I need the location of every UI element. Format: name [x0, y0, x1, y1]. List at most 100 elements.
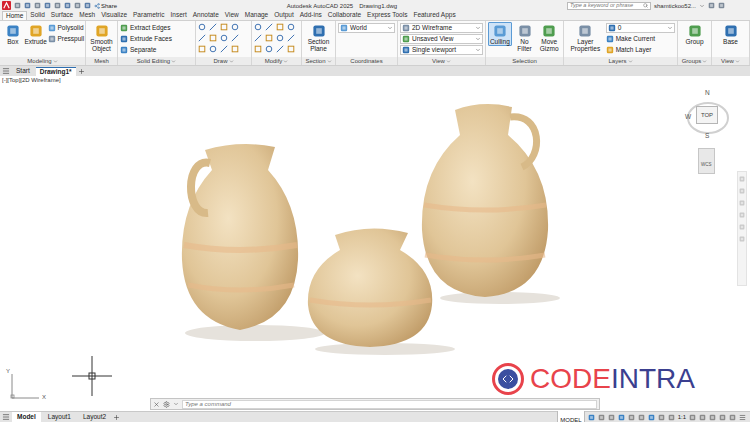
draw-tool-icon[interactable]	[276, 34, 284, 42]
panel-title[interactable]: Draw	[196, 57, 251, 65]
drawing-canvas[interactable]: [-][Top][2D Wireframe]NWTOPSWCSYXCODEINT…	[0, 76, 750, 411]
layout-tab[interactable]: Model	[12, 412, 41, 422]
ribbon-dropdown[interactable]: 2D Wireframe	[400, 23, 483, 33]
draw-tool-icon[interactable]	[254, 34, 262, 42]
panel-title[interactable]: Solid Editing	[118, 57, 195, 65]
file-tab[interactable]: Drawing1*	[36, 67, 76, 76]
panel-title[interactable]: Mesh	[86, 57, 117, 65]
west-label[interactable]: W	[685, 114, 691, 121]
ribbon-small-tool[interactable]: Presspull	[48, 34, 84, 44]
new-layout-icon[interactable]	[113, 414, 120, 421]
ribbon-large-tool[interactable]: Box	[2, 22, 24, 46]
ribbon-tab[interactable]: Manage	[242, 11, 272, 20]
draw-tool-icon[interactable]	[254, 23, 262, 31]
ribbon-tab[interactable]: Home	[2, 11, 27, 20]
draw-tool-icon[interactable]	[209, 45, 217, 53]
draw-tool-icon[interactable]	[276, 23, 284, 31]
draw-tool-icon[interactable]	[287, 45, 295, 53]
ribbon-small-tool[interactable]: Polysolid	[48, 23, 84, 33]
draw-tool-icon[interactable]	[265, 45, 273, 53]
draw-tool-icon[interactable]	[220, 23, 228, 31]
draw-tool-icon[interactable]	[254, 45, 262, 53]
draw-tool-icon[interactable]	[220, 34, 228, 42]
ribbon-small-tool[interactable]: Match Layer	[606, 45, 675, 55]
ribbon-large-tool[interactable]: Culling	[488, 22, 512, 46]
ribbon-tab[interactable]: View	[222, 11, 242, 20]
draw-tool-icon[interactable]	[198, 23, 206, 31]
close-icon[interactable]	[153, 401, 160, 408]
menu-icon[interactable]	[2, 67, 10, 75]
layouts-menu-icon[interactable]	[2, 413, 10, 421]
ribbon-tab[interactable]: Express Tools	[364, 11, 410, 20]
panel-title[interactable]: Selection	[486, 57, 563, 65]
panel-title[interactable]: Modeling	[0, 57, 85, 65]
new-tab-icon[interactable]	[78, 68, 85, 75]
draw-tool-icon[interactable]	[265, 34, 273, 42]
annotation-scale[interactable]: 1:1	[678, 414, 686, 420]
ribbon-dropdown[interactable]: Single viewport	[400, 45, 483, 55]
recent-commands-icon[interactable]	[173, 401, 179, 407]
user-name[interactable]: shamtickoo52...	[654, 3, 696, 9]
layout-tab[interactable]: Layout1	[43, 412, 76, 422]
draw-tool-icon[interactable]	[209, 34, 217, 42]
south-label[interactable]: S	[705, 133, 709, 140]
share-button[interactable]: Share	[94, 3, 117, 9]
ribbon-small-tool[interactable]: Extract Edges	[120, 23, 193, 33]
ribbon-tab[interactable]: Insert	[167, 11, 189, 20]
ribbon-dropdown[interactable]: 0	[606, 23, 675, 33]
ribbon-large-tool[interactable]: Group	[680, 22, 709, 46]
ribbon-large-tool[interactable]: Smooth Object	[88, 22, 115, 53]
ribbon-tab[interactable]: Featured Apps	[410, 11, 458, 20]
viewcube-face[interactable]: TOP	[696, 106, 718, 124]
ribbon-tab[interactable]: Mesh	[76, 11, 98, 20]
panel-title[interactable]: Section	[302, 57, 335, 65]
ribbon-large-tool[interactable]: Move Gizmo	[537, 22, 561, 53]
draw-tool-icon[interactable]	[265, 23, 273, 31]
draw-tool-icon[interactable]	[198, 34, 206, 42]
ribbon-small-tool[interactable]: Separate	[120, 45, 193, 55]
draw-tool-icon[interactable]	[209, 23, 217, 31]
command-input[interactable]: Type a command	[182, 400, 597, 409]
draw-tool-icon[interactable]	[231, 45, 239, 53]
panel-title[interactable]: Groups	[678, 57, 711, 65]
ribbon-dropdown[interactable]: World	[338, 23, 395, 33]
ribbon-large-tool[interactable]: Base	[714, 22, 747, 46]
draw-tool-icon[interactable]	[287, 23, 295, 31]
panel-title[interactable]: Coordinates	[336, 57, 397, 65]
ribbon-large-tool[interactable]: Section Plane	[304, 22, 333, 53]
viewcube[interactable]: NWTOPSWCS	[682, 86, 734, 162]
autocad-logo-icon[interactable]	[2, 1, 11, 10]
panel-title[interactable]: Layers	[564, 57, 677, 65]
ribbon-dropdown[interactable]: Unsaved View	[400, 34, 483, 44]
ribbon-tab[interactable]: Solid	[27, 11, 47, 20]
ribbon-large-tool[interactable]: Extrude	[25, 22, 47, 46]
viewport-label[interactable]: [-][Top][2D Wireframe]	[2, 77, 61, 83]
draw-tool-icon[interactable]	[231, 23, 239, 31]
ribbon-tab[interactable]: Surface	[48, 11, 76, 20]
draw-tool-icon[interactable]	[220, 45, 228, 53]
user-menu-icon[interactable]	[699, 3, 705, 9]
draw-tool-icon[interactable]	[287, 34, 295, 42]
north-label[interactable]: N	[705, 90, 710, 97]
draw-tool-icon[interactable]	[231, 34, 239, 42]
search-field[interactable]: Type a keyword or phrase	[567, 2, 651, 10]
ribbon-small-tool[interactable]: Extrude Faces	[120, 34, 193, 44]
ribbon-tab[interactable]: Output	[271, 11, 297, 20]
customize-icon[interactable]	[163, 401, 170, 408]
customization-icon[interactable]	[739, 414, 746, 421]
ribbon-tab[interactable]: Parametric	[130, 11, 167, 20]
ribbon-large-tool[interactable]: No Filter	[513, 22, 537, 53]
panel-title[interactable]: View	[398, 57, 485, 65]
draw-tool-icon[interactable]	[276, 45, 284, 53]
ribbon-tab[interactable]: Annotate	[190, 11, 222, 20]
ribbon-tab[interactable]: Add-ins	[297, 11, 325, 20]
panel-title[interactable]: View	[712, 57, 749, 65]
ribbon-small-tool[interactable]: Make Current	[606, 34, 675, 44]
layout-tab[interactable]: Layout2	[78, 412, 111, 422]
ribbon-tab[interactable]: Visualize	[98, 11, 130, 20]
panel-title[interactable]: Modify	[252, 57, 301, 65]
draw-tool-icon[interactable]	[198, 45, 206, 53]
ucs-menu[interactable]: WCS	[698, 148, 715, 174]
ribbon-large-tool[interactable]: Layer Properties	[566, 22, 605, 53]
file-tab[interactable]: Start	[12, 67, 34, 76]
